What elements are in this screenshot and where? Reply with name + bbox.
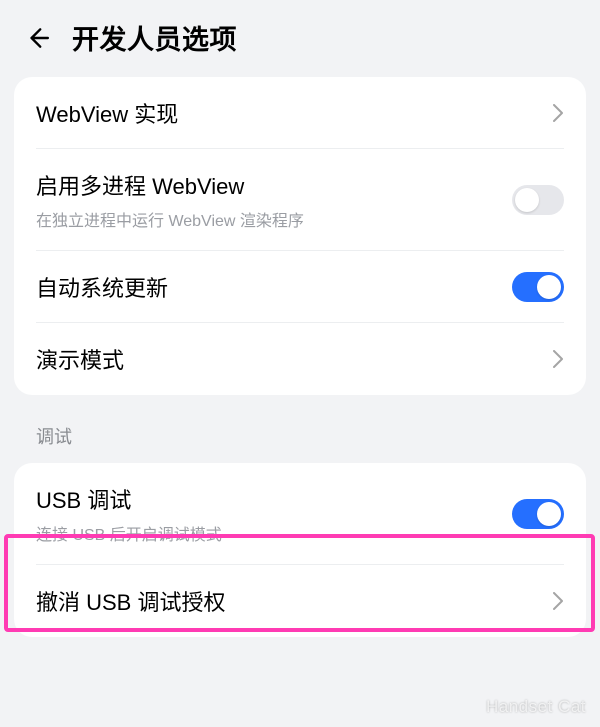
chevron-right-icon [552,103,564,123]
back-icon[interactable] [24,25,50,51]
toggle-knob [537,275,561,299]
toggle-knob [537,502,561,526]
toggle-auto-system-update[interactable] [512,272,564,302]
row-subtitle: 在独立进程中运行 WebView 渲染程序 [36,207,304,231]
settings-group-1: WebView 实现 启用多进程 WebView 在独立进程中运行 WebVie… [14,77,586,395]
row-title: 自动系统更新 [36,271,168,303]
row-demo-mode[interactable]: 演示模式 [14,323,586,395]
row-title: WebView 实现 [36,97,178,129]
row-usb-debugging[interactable]: USB 调试 连接 USB 后开启调试模式 [14,463,586,565]
row-subtitle: 连接 USB 后开启调试模式 [36,521,222,545]
section-header-debug: 调试 [0,423,600,463]
row-revoke-usb-auth[interactable]: 撤消 USB 调试授权 [14,565,586,637]
toggle-usb-debugging[interactable] [512,499,564,529]
toggle-multiprocess-webview[interactable] [512,185,564,215]
chevron-right-icon [552,591,564,611]
row-title: 启用多进程 WebView [36,169,304,201]
chevron-right-icon [552,349,564,369]
watermark: Handset Cat [486,697,586,717]
toggle-knob [515,188,539,212]
row-title: 演示模式 [36,343,124,375]
settings-group-2: USB 调试 连接 USB 后开启调试模式 撤消 USB 调试授权 [14,463,586,637]
row-title: 撤消 USB 调试授权 [36,585,225,617]
row-auto-system-update[interactable]: 自动系统更新 [14,251,586,323]
row-title: USB 调试 [36,483,222,515]
row-webview-implementation[interactable]: WebView 实现 [14,77,586,149]
page-title: 开发人员选项 [72,18,237,57]
row-multiprocess-webview[interactable]: 启用多进程 WebView 在独立进程中运行 WebView 渲染程序 [14,149,586,251]
